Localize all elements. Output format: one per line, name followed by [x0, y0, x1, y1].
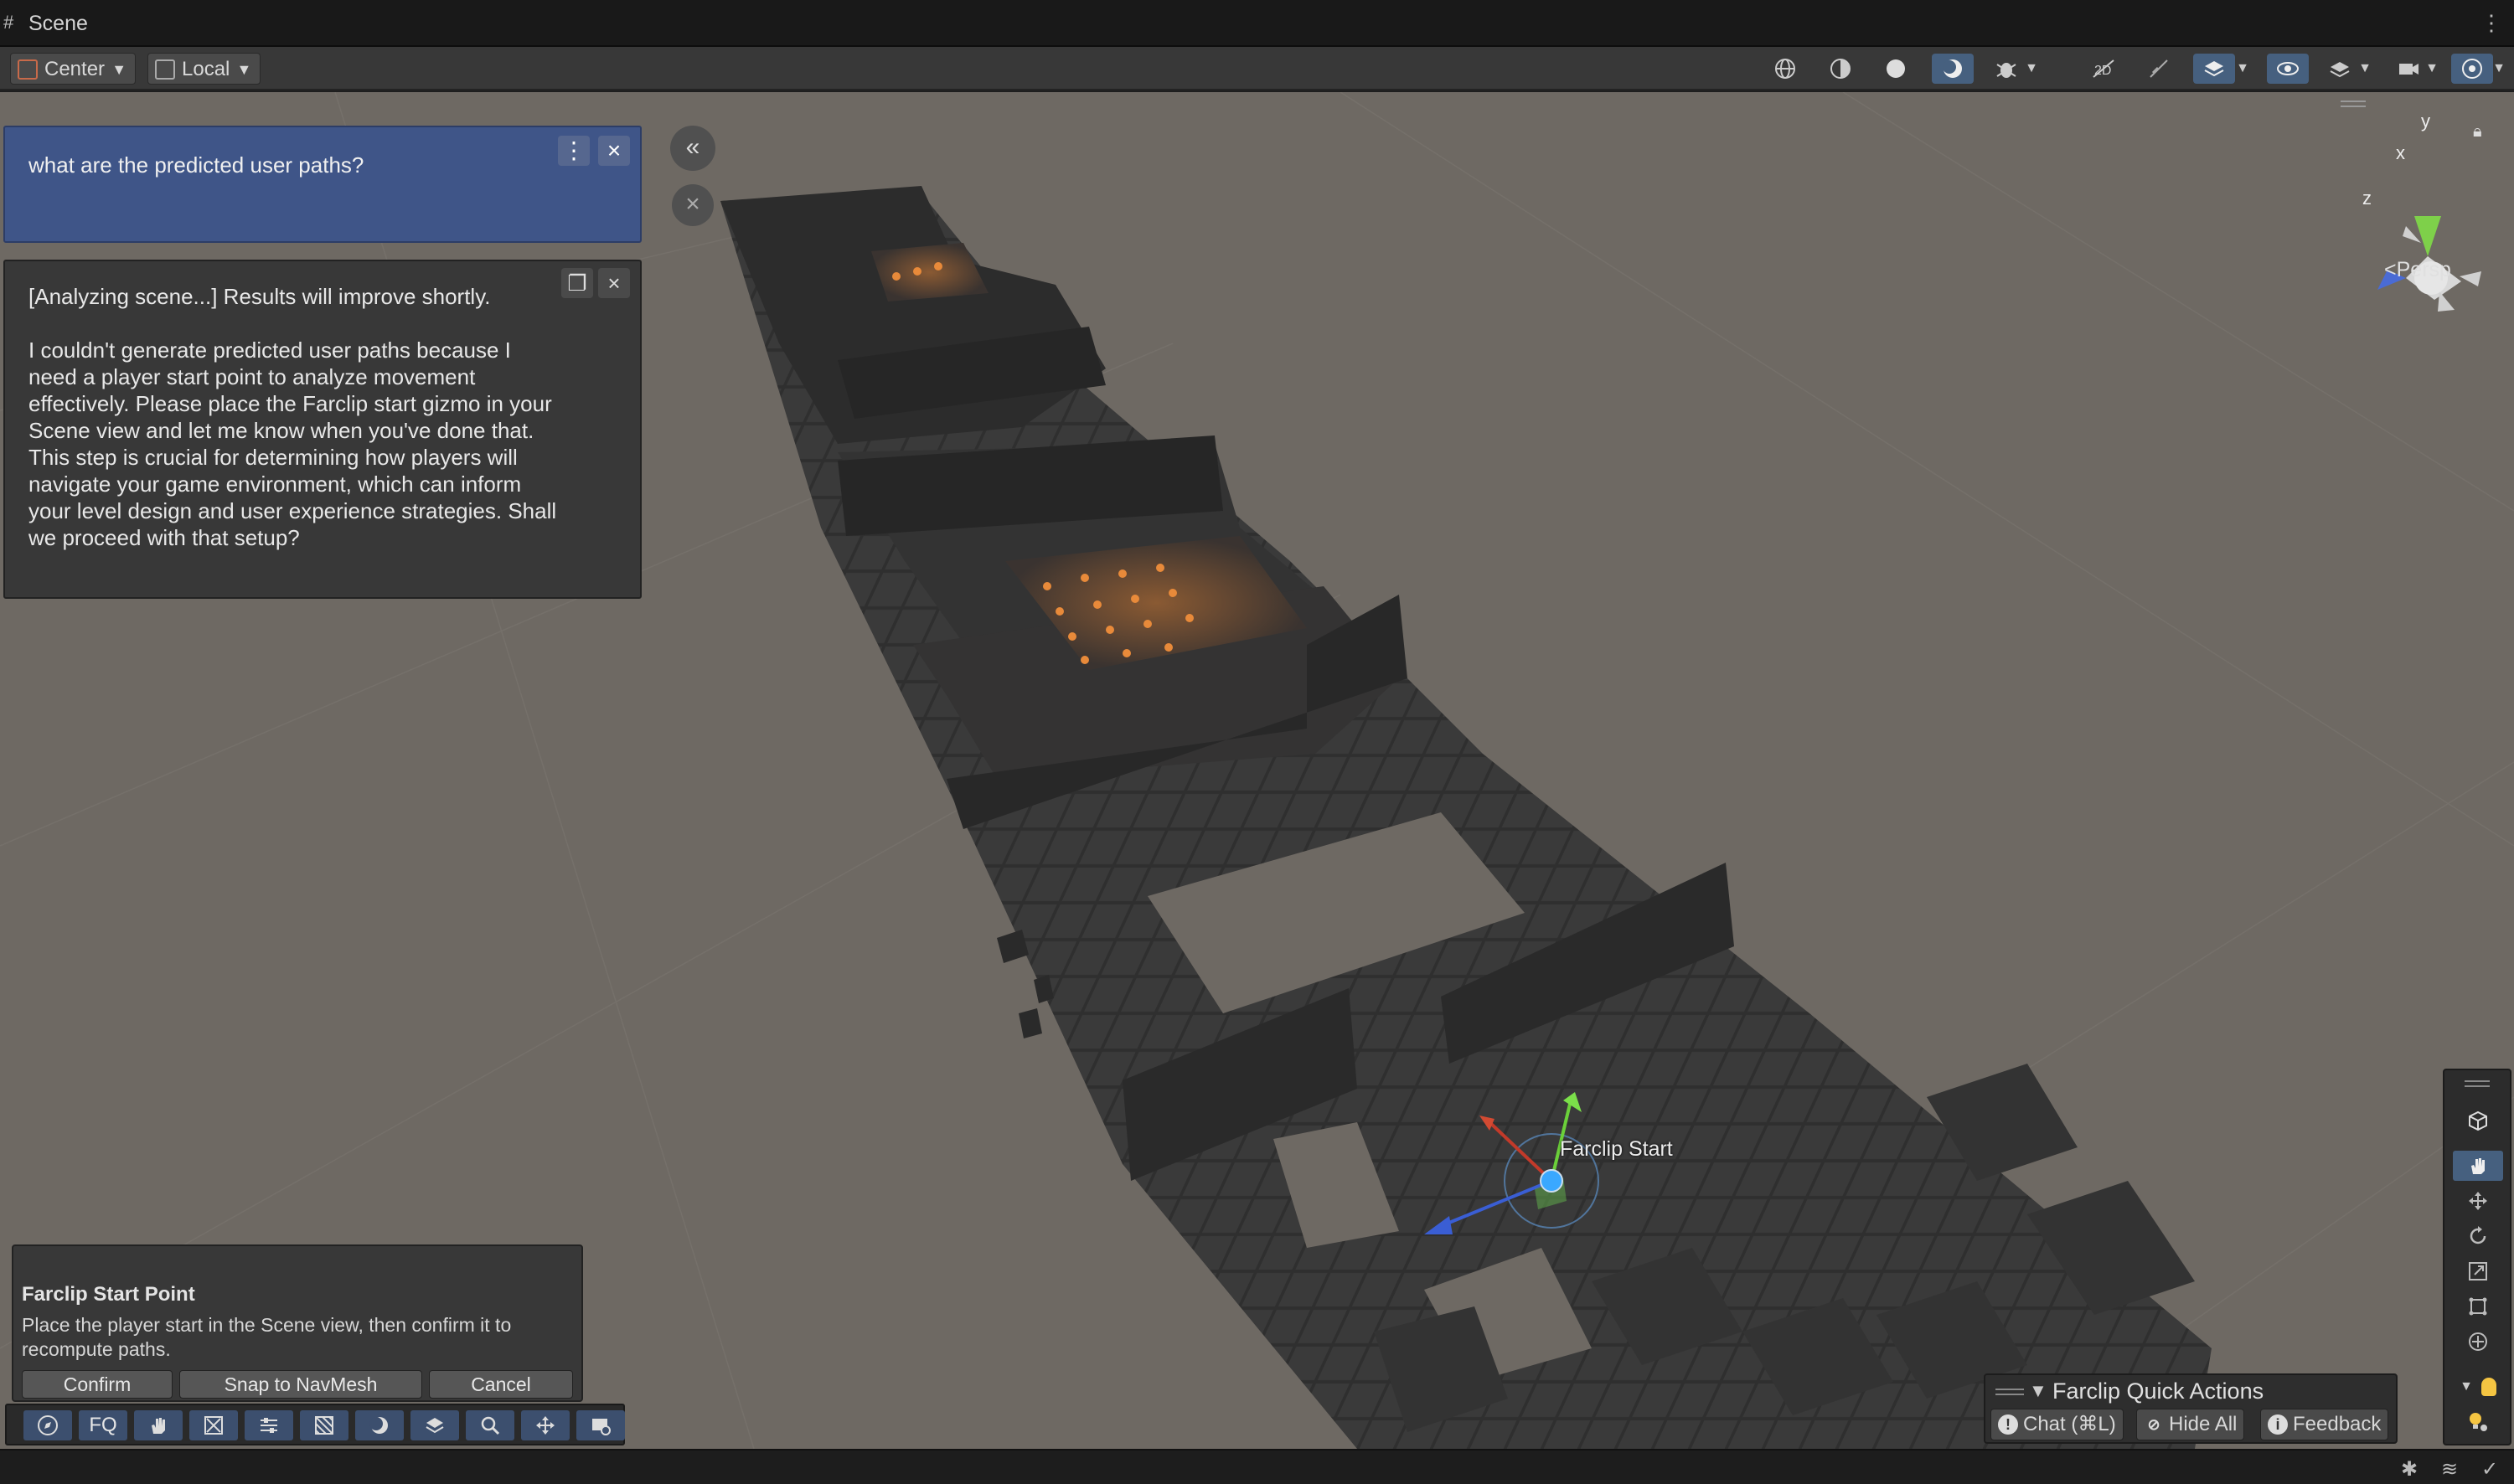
cube-icon[interactable]: [2453, 1105, 2503, 1136]
chevron-down-icon: ▼: [236, 61, 252, 78]
projection-label: Persp: [2396, 258, 2451, 281]
eye-off-icon: ⊘: [2147, 1416, 2160, 1433]
move-tool-icon[interactable]: [2453, 1186, 2503, 1216]
farclip-start-label: Farclip Start: [1560, 1137, 1673, 1161]
chevron-down-icon: ▼: [2460, 1379, 2473, 1394]
more-options-icon[interactable]: ⋮: [558, 136, 590, 166]
info-icon: i: [2268, 1414, 2288, 1435]
shaded-sphere-icon[interactable]: [1875, 54, 1917, 84]
start-point-title: Farclip Start Point: [22, 1283, 195, 1306]
chevron-down-icon[interactable]: ▼: [2232, 54, 2253, 84]
copy-icon[interactable]: ❐: [561, 268, 593, 298]
gizmo-z-label: z: [2362, 188, 2372, 209]
pivot-mode-label: Center: [44, 58, 106, 80]
quick-actions-title: Farclip Quick Actions: [2052, 1378, 2264, 1404]
close-icon[interactable]: ×: [598, 136, 630, 166]
gizmo-y-label: y: [2421, 111, 2430, 131]
chevron-down-icon[interactable]: ▼: [2421, 54, 2443, 84]
grid-icon: #: [3, 12, 14, 33]
2d-toggle-icon[interactable]: 2D: [2083, 54, 2124, 84]
lighting-dropdown[interactable]: ▼: [2453, 1372, 2503, 1402]
rotate-tool-icon[interactable]: [2453, 1221, 2503, 1251]
chat-response-text: [Analyzing scene...] Results will improv…: [28, 284, 557, 550]
pivot-mode-dropdown[interactable]: Center ▼: [10, 53, 137, 85]
drag-handle-icon[interactable]: [2341, 100, 2366, 107]
chat-query-text: what are the predicted user paths?: [28, 152, 364, 178]
rect-tool-icon[interactable]: [2453, 1291, 2503, 1322]
shaded-wireframe-icon[interactable]: [1820, 54, 1861, 84]
hide-all-label: Hide All: [2169, 1413, 2238, 1435]
scene-tab-title[interactable]: Scene: [28, 12, 88, 36]
dismiss-button[interactable]: ×: [672, 184, 714, 226]
chevron-down-icon[interactable]: ▼: [2354, 54, 2376, 84]
drag-handle-icon[interactable]: [2465, 1080, 2490, 1087]
lit-sphere-icon[interactable]: [1932, 54, 1974, 84]
chat-button-label: Chat (⌘L): [2023, 1413, 2116, 1435]
check-circle-icon[interactable]: ✓: [2478, 1457, 2501, 1481]
quick-actions-panel: ▼ Farclip Quick Actions ! Chat (⌘L) ⊘ Hi…: [1984, 1373, 2398, 1444]
start-point-description: Place the player start in the Scene view…: [22, 1314, 512, 1360]
move-arrows-icon[interactable]: [521, 1410, 570, 1440]
fq-button[interactable]: FQ: [79, 1410, 127, 1440]
wireframe-globe-icon[interactable]: [1764, 54, 1806, 84]
double-chevron-left-icon: «: [685, 133, 700, 161]
cube-icon: [155, 59, 175, 80]
chevron-down-icon[interactable]: ▼: [2488, 54, 2510, 84]
layers-icon[interactable]: [410, 1410, 459, 1440]
audio-mute-icon[interactable]: [2138, 54, 2180, 84]
chevron-left-icon: <: [2384, 258, 2397, 281]
layers-icon[interactable]: ≋: [2438, 1457, 2461, 1481]
pivot-icon: [18, 59, 38, 80]
chevron-down-icon[interactable]: ▼: [2021, 54, 2042, 84]
drag-handle-icon[interactable]: [1995, 1389, 2024, 1395]
heatmap-grid-icon[interactable]: [300, 1410, 348, 1440]
start-point-panel: Farclip Start Point Place the player sta…: [12, 1244, 583, 1402]
collapse-panel-button[interactable]: «: [670, 126, 715, 171]
path-icon[interactable]: [189, 1410, 238, 1440]
info-icon: !: [1998, 1414, 2018, 1435]
gizmos-icon[interactable]: [2451, 54, 2493, 84]
chat-query-bubble: what are the predicted user paths? ⋮ ×: [3, 126, 642, 243]
moon-icon[interactable]: [355, 1410, 404, 1440]
scene-toolbar: Center ▼ Local ▼ ▼ 2D ▼ ▼ ▼ ▼: [0, 47, 2514, 90]
bottom-tool-overlay: FQ: [5, 1404, 625, 1445]
kebab-menu-icon[interactable]: ⋮: [2480, 10, 2502, 36]
debug-bug-icon[interactable]: ✱: [2398, 1457, 2421, 1481]
space-mode-dropdown[interactable]: Local ▼: [147, 53, 261, 85]
chat-response-panel: [Analyzing scene...] Results will improv…: [3, 260, 642, 599]
chat-button[interactable]: ! Chat (⌘L): [1990, 1409, 2124, 1440]
gizmo-x-label: x: [2396, 142, 2405, 163]
feedback-button[interactable]: i Feedback: [2260, 1409, 2389, 1440]
feedback-label: Feedback: [2293, 1413, 2382, 1435]
hand-icon[interactable]: [2453, 1151, 2503, 1181]
projection-toggle[interactable]: <Persp: [2384, 258, 2451, 282]
cancel-button[interactable]: Cancel: [429, 1370, 573, 1399]
close-icon[interactable]: ×: [598, 268, 630, 298]
scale-tool-icon[interactable]: [2453, 1256, 2503, 1286]
status-bar: ✱ ≋ ✓: [0, 1449, 2514, 1484]
snap-to-navmesh-button[interactable]: Snap to NavMesh: [179, 1370, 422, 1399]
compass-icon[interactable]: [23, 1410, 72, 1440]
svg-text:2D: 2D: [2094, 64, 2111, 78]
hand-icon[interactable]: [134, 1410, 183, 1440]
camera-settings-icon[interactable]: [576, 1410, 625, 1440]
light-probe-icon[interactable]: [2453, 1407, 2503, 1437]
sliders-icon[interactable]: [245, 1410, 293, 1440]
visibility-eye-icon[interactable]: [2267, 54, 2309, 84]
confirm-button[interactable]: Confirm: [22, 1370, 173, 1399]
search-icon[interactable]: [466, 1410, 514, 1440]
scene-tab-bar: # Scene ⋮: [0, 0, 2514, 47]
tools-overlay: ▼: [2443, 1069, 2511, 1445]
hide-all-button[interactable]: ⊘ Hide All: [2136, 1409, 2245, 1440]
bulb-icon: [2480, 1378, 2496, 1396]
chevron-down-icon[interactable]: ▼: [2029, 1380, 2047, 1402]
transform-tool-icon[interactable]: [2453, 1327, 2503, 1357]
chevron-down-icon: ▼: [111, 61, 127, 78]
lock-icon[interactable]: 🔒︎: [2473, 122, 2482, 142]
space-mode-label: Local: [182, 58, 230, 80]
fx-layers-icon[interactable]: [2193, 54, 2235, 84]
close-icon: ×: [685, 190, 700, 218]
